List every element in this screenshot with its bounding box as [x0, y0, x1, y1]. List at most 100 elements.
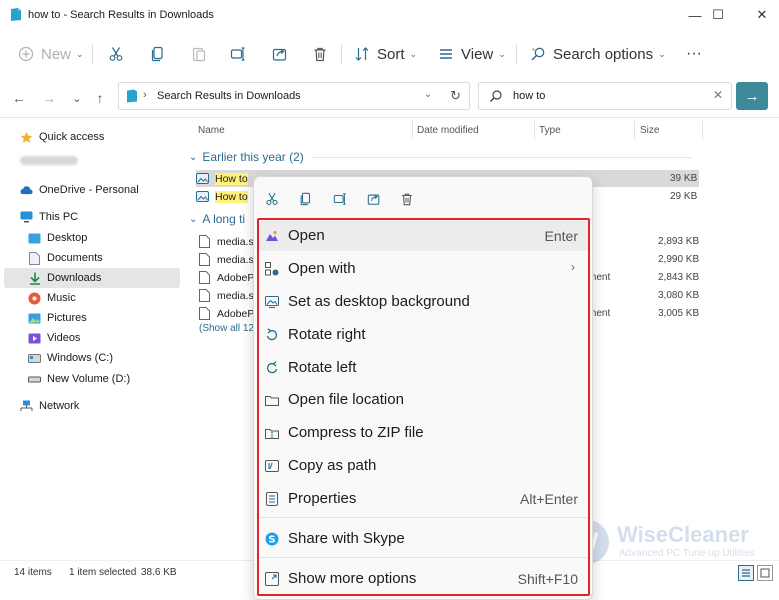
- divider: [341, 44, 342, 64]
- menu-item-open-file-location[interactable]: Open file location: [258, 385, 589, 415]
- column-header-type[interactable]: Type: [539, 118, 561, 142]
- sidebar-item-this-pc[interactable]: This PC: [20, 207, 180, 227]
- file-row[interactable]: media.s: [198, 233, 254, 250]
- column-header-label: Size: [640, 124, 660, 136]
- menu-item-set-desktop-background[interactable]: Set as desktop background: [258, 287, 589, 317]
- sidebar-item-downloads[interactable]: Downloads: [4, 268, 180, 288]
- chevron-down-icon[interactable]: ⌄: [424, 89, 432, 100]
- file-row[interactable]: AdobeP: [198, 305, 254, 322]
- sidebar-item-pictures[interactable]: Pictures: [28, 308, 180, 328]
- column-header-size[interactable]: Size: [640, 118, 659, 142]
- cut-button[interactable]: [108, 30, 124, 78]
- chevron-down-icon: ⌄: [658, 48, 666, 59]
- copy-path-icon: [265, 459, 279, 473]
- group-header-long-time[interactable]: ⌄ A long ti: [189, 212, 245, 226]
- svg-text:S: S: [268, 535, 275, 546]
- column-header-label: Type: [539, 124, 561, 136]
- column-header-name[interactable]: Name: [198, 118, 225, 142]
- sidebar-item-desktop[interactable]: Desktop: [28, 228, 180, 248]
- column-header-label: Date modified: [417, 124, 479, 136]
- menu-item-properties[interactable]: Properties Alt+Enter: [258, 484, 589, 514]
- file-name: AdobeP: [217, 271, 255, 284]
- copy-button[interactable]: [150, 30, 166, 78]
- share-button[interactable]: [272, 30, 288, 78]
- new-button[interactable]: New ⌄: [18, 30, 84, 78]
- maximize-button[interactable]: ☐: [695, 0, 741, 30]
- chevron-down-icon: ⌄: [72, 92, 82, 105]
- search-go-button[interactable]: →: [736, 82, 768, 110]
- recent-locations-button[interactable]: ⌄: [66, 87, 88, 109]
- menu-item-open[interactable]: Open Enter: [258, 221, 589, 251]
- column-divider[interactable]: [534, 121, 535, 139]
- menu-item-show-more-options[interactable]: Show more options Shift+F10: [258, 564, 589, 594]
- menu-item-rotate-left[interactable]: Rotate left: [258, 353, 589, 383]
- refresh-icon[interactable]: ↻: [450, 88, 461, 104]
- sidebar-item-quick-access[interactable]: Quick access: [20, 127, 180, 147]
- search-icon: [490, 90, 502, 102]
- close-button[interactable]: ✕: [739, 0, 779, 30]
- more-button[interactable]: ···: [686, 30, 702, 78]
- menu-item-label: Rotate left: [288, 359, 357, 376]
- sidebar-item-windows-c[interactable]: Windows (C:): [28, 348, 180, 368]
- group-header-earlier[interactable]: ⌄ Earlier this year (2): [189, 150, 692, 164]
- back-button[interactable]: ←: [8, 87, 30, 109]
- rename-icon: [230, 47, 245, 61]
- menu-item-rotate-right[interactable]: Rotate right: [258, 320, 589, 350]
- sidebar-item-label: Pictures: [47, 312, 87, 324]
- rename-button[interactable]: [230, 30, 246, 78]
- scissors-icon: [109, 47, 123, 61]
- search-input[interactable]: how to: [513, 90, 545, 102]
- menu-item-shortcut: Shift+F10: [517, 571, 578, 587]
- search-box[interactable]: how to ✕: [478, 82, 732, 110]
- delete-button[interactable]: [312, 30, 328, 78]
- copy-icon: [151, 46, 163, 62]
- rotate-left-icon: [265, 361, 279, 375]
- menu-item-open-with[interactable]: Open with ›: [258, 254, 589, 284]
- menu-item-label: Properties: [288, 490, 357, 507]
- rotate-right-icon: [265, 328, 279, 342]
- context-delete-button[interactable]: [394, 187, 420, 211]
- file-size: 2,990 KB: [658, 254, 700, 265]
- group-label: A long ti: [202, 212, 246, 226]
- chevron-right-icon: ›: [143, 89, 147, 101]
- column-divider[interactable]: [702, 121, 703, 139]
- file-row[interactable]: AdobeP: [198, 269, 254, 286]
- sidebar-item-new-volume-d[interactable]: New Volume (D:): [28, 369, 180, 389]
- menu-item-shortcut: Enter: [544, 228, 578, 244]
- sidebar-item-network[interactable]: Network: [20, 396, 180, 416]
- sidebar-item-onedrive[interactable]: OneDrive - Personal: [20, 180, 180, 200]
- file-size: 29 KB: [670, 191, 698, 202]
- clear-search-icon[interactable]: ✕: [713, 88, 723, 102]
- file-icon: [199, 271, 210, 284]
- sidebar-item-documents[interactable]: Documents: [28, 248, 180, 268]
- sidebar-item-blurred-account[interactable]: [20, 150, 180, 170]
- column-header-date-modified[interactable]: Date modified: [417, 118, 479, 142]
- close-icon: ✕: [756, 7, 768, 22]
- view-button[interactable]: View ⌄: [438, 30, 506, 78]
- context-copy-button[interactable]: [293, 187, 319, 211]
- sort-button[interactable]: Sort ⌄: [354, 30, 417, 78]
- column-divider[interactable]: [634, 121, 635, 139]
- file-row[interactable]: media.s: [198, 251, 254, 268]
- search-options-button[interactable]: Search options ⌄: [530, 30, 666, 78]
- address-bar[interactable]: › Search Results in Downloads ⌄ ↻: [118, 82, 470, 110]
- zip-icon: [265, 426, 279, 440]
- menu-item-copy-as-path[interactable]: Copy as path: [258, 451, 589, 481]
- up-button[interactable]: ↑: [89, 87, 111, 109]
- menu-item-share-skype[interactable]: S Share with Skype: [258, 524, 589, 554]
- selection-count: 1 item selected: [69, 567, 137, 578]
- menu-item-compress-zip[interactable]: Compress to ZIP file: [258, 418, 589, 448]
- column-divider[interactable]: [412, 121, 413, 139]
- show-all-link[interactable]: (Show all 12: [199, 323, 254, 334]
- file-size: 3,005 KB: [658, 308, 700, 319]
- file-row[interactable]: media.s: [198, 287, 254, 304]
- context-rename-button[interactable]: [327, 187, 353, 211]
- paste-button[interactable]: [191, 30, 207, 78]
- forward-button[interactable]: →: [38, 87, 60, 109]
- context-cut-button[interactable]: [259, 187, 285, 211]
- sidebar-item-videos[interactable]: Videos: [28, 328, 180, 348]
- context-share-button[interactable]: [361, 187, 387, 211]
- sidebar-item-music[interactable]: Music: [28, 288, 180, 308]
- cloud-icon: [20, 184, 33, 197]
- group-divider: [311, 156, 692, 158]
